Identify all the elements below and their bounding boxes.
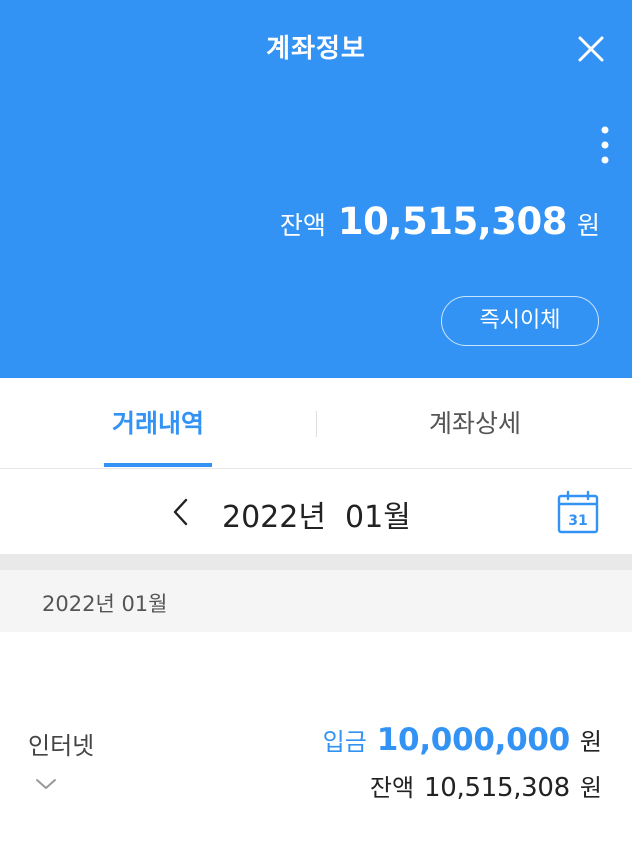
balance-amount: 10,515,308 bbox=[337, 200, 568, 243]
account-header: 계좌정보 잔액 10,515,308 원 즉시이체 bbox=[0, 0, 632, 378]
balance-unit: 원 bbox=[576, 211, 600, 240]
transaction-amount: 10,000,000 bbox=[376, 722, 570, 758]
transaction-amount-unit: 원 bbox=[579, 728, 602, 756]
instant-transfer-button[interactable]: 즉시이체 bbox=[441, 296, 599, 346]
more-vertical-icon bbox=[601, 126, 609, 164]
transaction-amount-row: 입금 10,000,000 원 bbox=[323, 722, 602, 758]
chevron-down-icon bbox=[36, 779, 56, 789]
more-options-button[interactable] bbox=[588, 124, 622, 170]
transaction-balance-label: 잔액 bbox=[369, 774, 415, 802]
tab-transaction-history[interactable]: 거래내역 bbox=[104, 378, 212, 468]
chevron-left-icon bbox=[173, 498, 188, 526]
tab-divider bbox=[316, 411, 317, 437]
transaction-type: 입금 bbox=[322, 728, 367, 756]
section-separator bbox=[0, 554, 632, 570]
calendar-day: 31 bbox=[568, 513, 587, 529]
transaction-balance-unit: 원 bbox=[579, 774, 602, 802]
section-month-label: 2022년 01월 bbox=[42, 592, 168, 616]
close-button[interactable] bbox=[570, 28, 612, 70]
account-info-screen: 계좌정보 잔액 10,515,308 원 즉시이체 거래내역 계좌상세 2022… bbox=[0, 0, 632, 841]
page-title: 계좌정보 bbox=[266, 34, 366, 64]
tab-account-detail[interactable]: 계좌상세 bbox=[410, 378, 540, 468]
tab-bar: 거래내역 계좌상세 bbox=[0, 378, 632, 469]
month-navigator: 2022년 01월 31 bbox=[0, 470, 632, 554]
transaction-description: 인터넷 bbox=[28, 732, 95, 760]
expand-transaction-button[interactable] bbox=[34, 776, 58, 792]
current-month: 2022년 01월 bbox=[222, 500, 411, 535]
previous-month-button[interactable] bbox=[166, 494, 196, 530]
calendar-button[interactable]: 31 bbox=[556, 490, 600, 534]
month-section-header: 2022년 01월 bbox=[0, 570, 632, 632]
close-icon bbox=[578, 36, 604, 62]
transaction-item[interactable]: 인터넷 입금 10,000,000 원 잔액 10,515,308 원 bbox=[0, 700, 632, 820]
transaction-balance-amount: 10,515,308 bbox=[424, 773, 570, 803]
transaction-balance-row: 잔액 10,515,308 원 bbox=[370, 768, 602, 803]
balance-label: 잔액 bbox=[279, 211, 326, 240]
active-tab-indicator bbox=[104, 463, 212, 467]
calendar-icon: 31 bbox=[557, 490, 599, 534]
balance-display: 잔액 10,515,308 원 bbox=[280, 200, 600, 243]
